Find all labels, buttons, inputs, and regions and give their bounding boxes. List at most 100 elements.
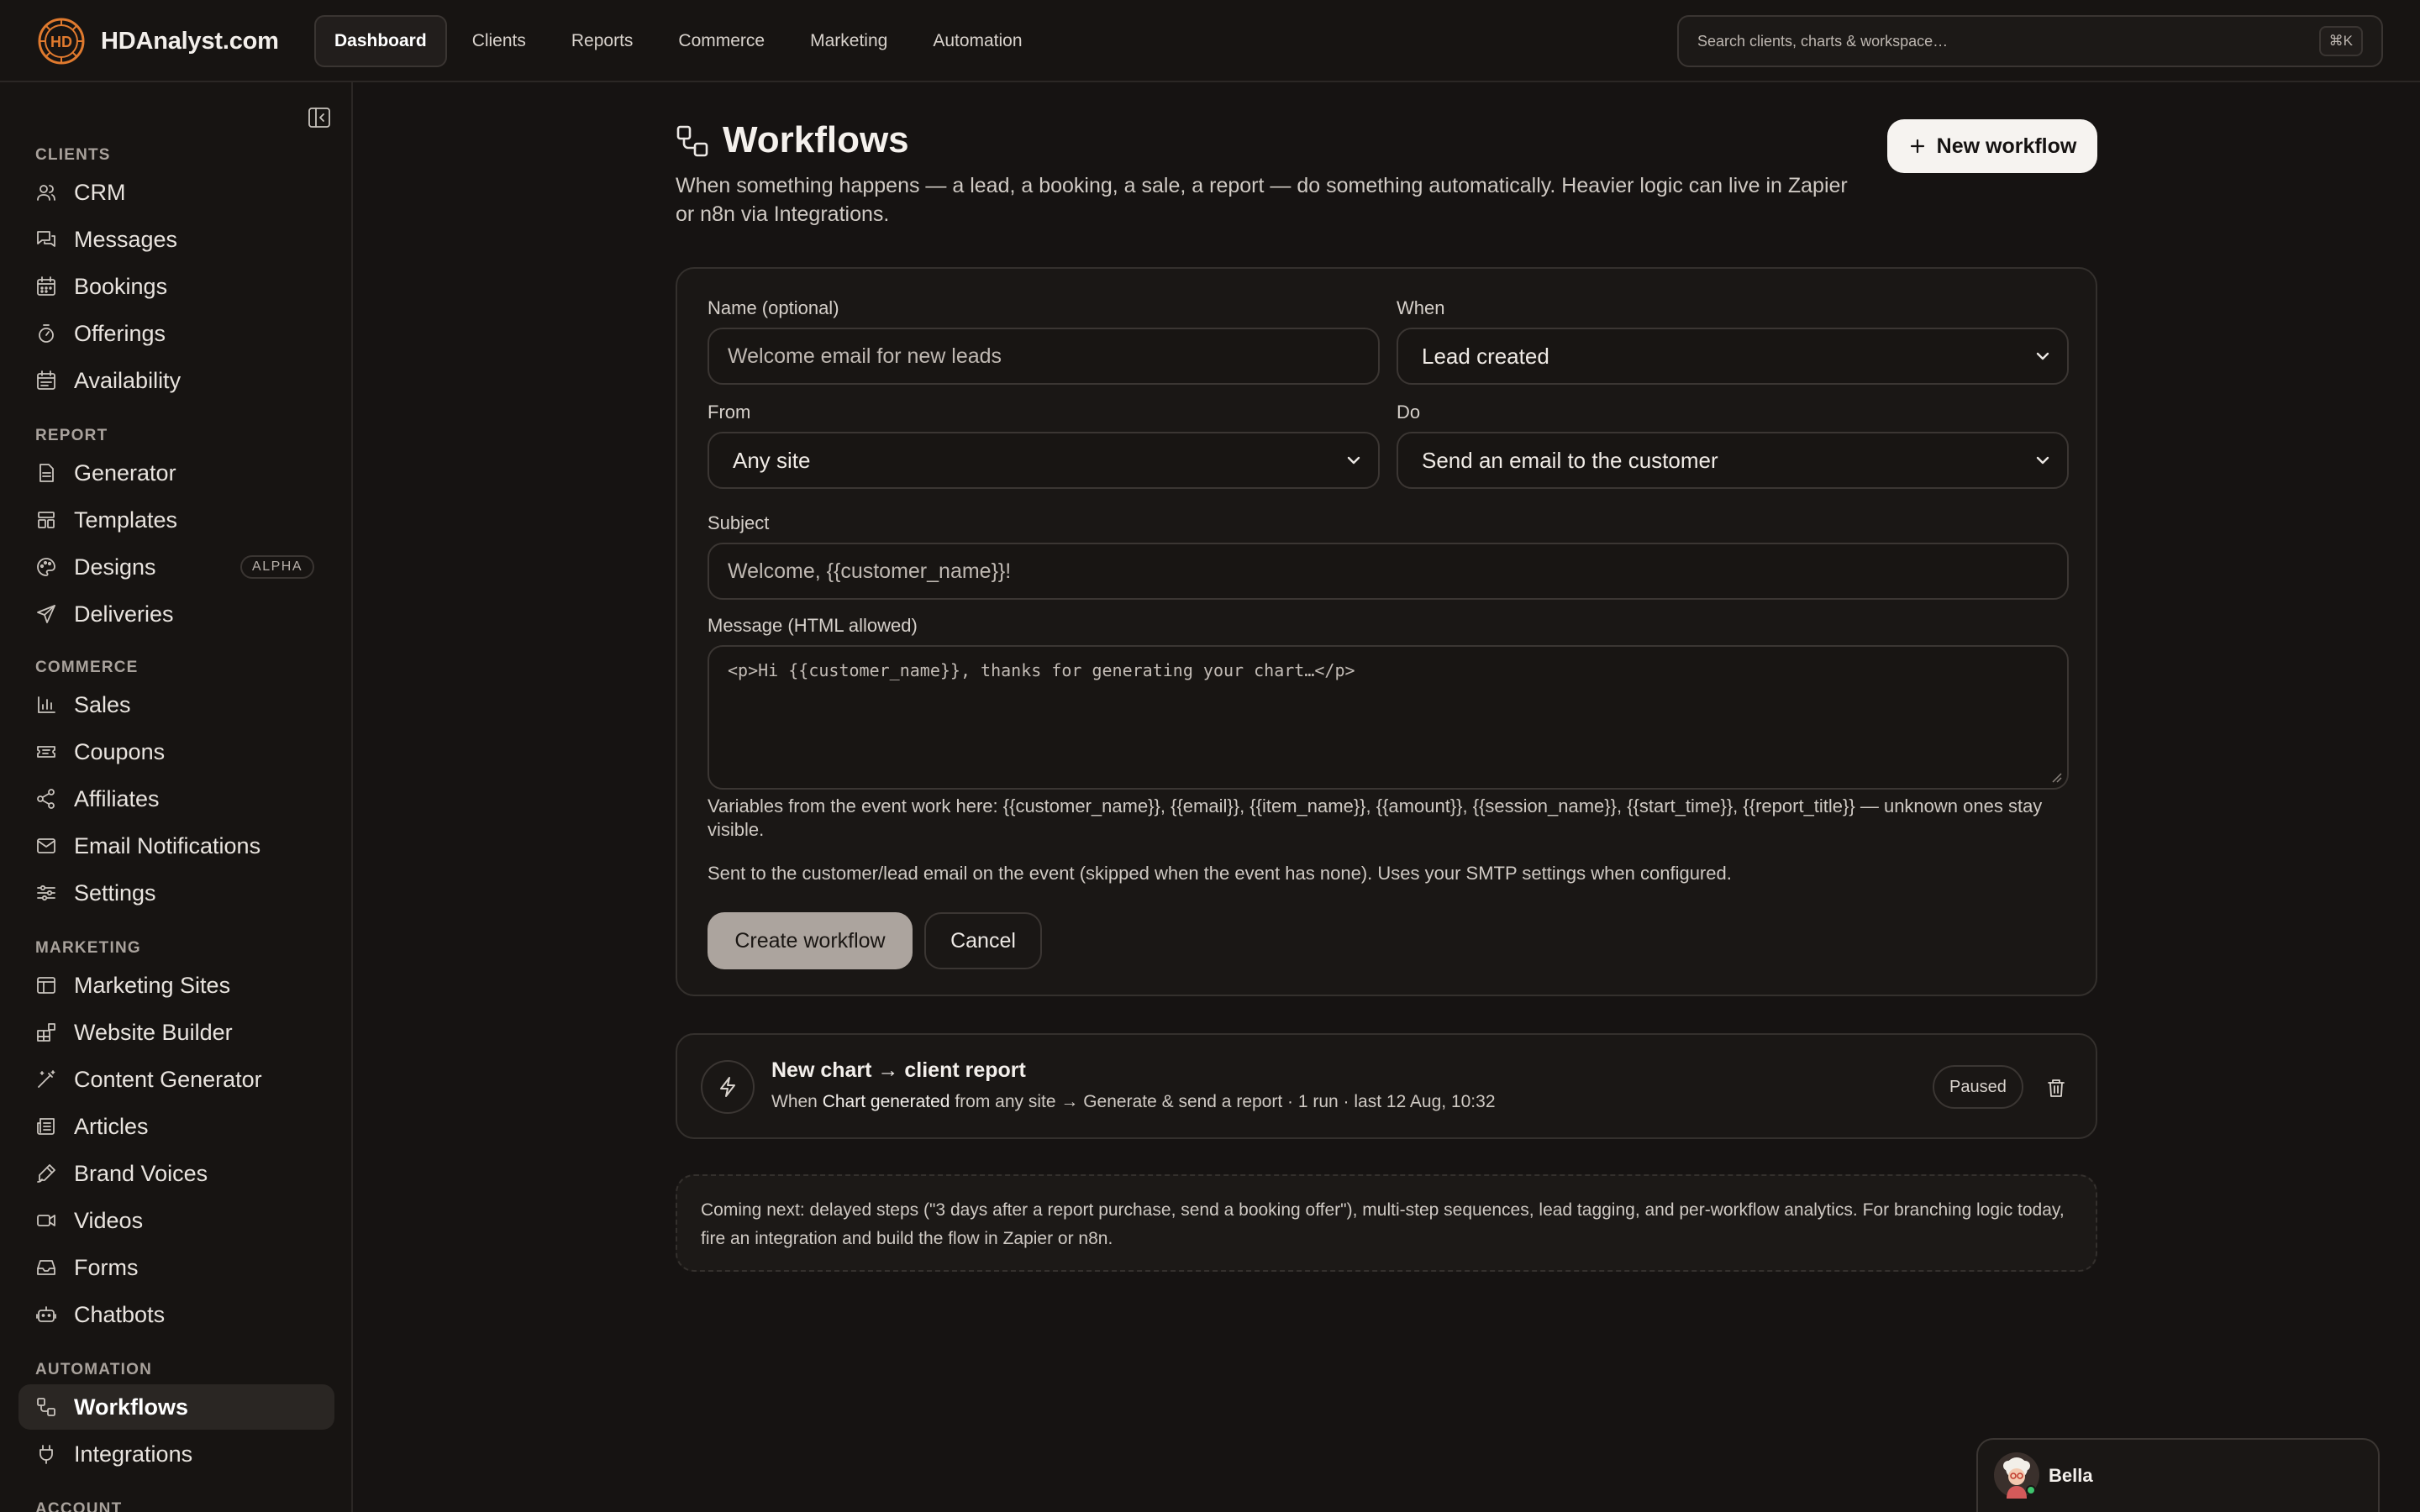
sidebar-item-forms[interactable]: Forms: [18, 1245, 334, 1290]
topnav-clients[interactable]: Clients: [452, 15, 546, 67]
sidebar-item-videos[interactable]: Videos: [18, 1198, 334, 1243]
sidebar-item-label: Marketing Sites: [74, 972, 231, 998]
new-workflow-label: New workflow: [1936, 134, 2077, 158]
sidebar-item-generator[interactable]: Generator: [18, 450, 334, 496]
sidebar-item-label: Messages: [74, 226, 178, 252]
message-label: Message (HTML allowed): [708, 615, 918, 636]
message-field[interactable]: [708, 645, 2069, 790]
do-label: Do: [1397, 402, 1421, 423]
workflow-trigger: Chart generated: [822, 1092, 950, 1111]
brand[interactable]: HD HDAnalyst.com: [37, 17, 279, 66]
sidebar-item-templates[interactable]: Templates: [18, 497, 334, 543]
subject-field[interactable]: [708, 543, 2069, 600]
name-label: Name (optional): [708, 297, 839, 318]
calendar-check-icon: [37, 370, 55, 390]
sidebar-item-label: Workflows: [74, 1394, 189, 1420]
sidebar-item-brand-voices[interactable]: Brand Voices: [18, 1151, 334, 1196]
sidebar-item-marketing-sites[interactable]: Marketing Sites: [18, 963, 334, 1008]
workflow-meta: When Chart generated from any site → Gen…: [771, 1092, 1496, 1112]
topnav-reports[interactable]: Reports: [551, 15, 654, 67]
blocks-icon: [37, 1023, 55, 1042]
status-badge[interactable]: Paused: [1933, 1065, 2023, 1109]
sidebar-item-offerings[interactable]: Offerings: [18, 311, 334, 356]
sidebar-section-marketing: MARKETING: [35, 939, 141, 957]
wand-icon: [38, 1070, 55, 1088]
sidebar-item-sales[interactable]: Sales: [18, 682, 334, 727]
ticket-icon: [37, 746, 55, 758]
sidebar-section-clients: CLIENTS: [35, 146, 111, 164]
sidebar-item-messages[interactable]: Messages: [18, 217, 334, 262]
workflow-meta-prefix: When: [771, 1092, 818, 1111]
sidebar-item-website-builder[interactable]: Website Builder: [18, 1010, 334, 1055]
do-select-value: Send an email to the customer: [1422, 447, 1718, 473]
topnav-automation[interactable]: Automation: [913, 15, 1042, 67]
sidebar-item-label: Generator: [74, 459, 176, 486]
avatar: [1994, 1452, 2039, 1499]
sidebar-item-affiliates[interactable]: Affiliates: [18, 776, 334, 822]
sidebar-item-chatbots[interactable]: Chatbots: [18, 1292, 334, 1337]
alpha-badge: ALPHA: [240, 555, 314, 579]
svg-text:HD: HD: [50, 34, 72, 50]
cancel-button[interactable]: Cancel: [924, 912, 1042, 969]
sidebar-item-designs[interactable]: Designs ALPHA: [18, 544, 334, 590]
sidebar-section-report: REPORT: [35, 427, 108, 444]
sidebar-item-articles[interactable]: Articles: [18, 1104, 334, 1149]
sidebar-item-label: Chatbots: [74, 1301, 166, 1327]
subject-label: Subject: [708, 512, 770, 533]
sidebar-item-label: Offerings: [74, 320, 166, 346]
sidebar-collapse-icon[interactable]: [306, 104, 333, 131]
file-icon: [39, 464, 54, 482]
sidebar-item-label: Deliveries: [74, 601, 174, 627]
message-textarea[interactable]: [728, 660, 2049, 774]
coming-next-note: Coming next: delayed steps ("3 days afte…: [676, 1174, 2097, 1272]
search-box[interactable]: ⌘K: [1677, 15, 2383, 67]
sidebar-item-label: Videos: [74, 1207, 144, 1233]
sidebar: CLIENTS CRM Messages Bookings Offerings …: [0, 82, 353, 1512]
search-shortcut: ⌘K: [2318, 26, 2363, 56]
new-workflow-button[interactable]: New workflow: [1887, 119, 2097, 173]
trash-icon[interactable]: [2045, 1077, 2067, 1099]
chat-widget[interactable]: Bella: [1976, 1438, 2380, 1512]
workflow-title: New chart → client report: [771, 1058, 1026, 1082]
do-select[interactable]: Send an email to the customer: [1397, 432, 2069, 489]
workflow-row[interactable]: New chart → client report When Chart gen…: [676, 1033, 2097, 1139]
sidebar-item-content-generator[interactable]: Content Generator: [18, 1057, 334, 1102]
sidebar-item-deliveries[interactable]: Deliveries: [18, 591, 334, 637]
sidebar-item-label: Content Generator: [74, 1066, 262, 1092]
sidebar-item-availability[interactable]: Availability: [18, 358, 334, 403]
inbox-icon: [37, 1260, 55, 1275]
page-title: Workflows: [723, 119, 909, 160]
name-input[interactable]: [728, 344, 1360, 369]
page-description: When something happens — a lead, a booki…: [676, 174, 1848, 226]
sidebar-item-label: Coupons: [74, 738, 166, 764]
topnav-dashboard[interactable]: Dashboard: [314, 15, 447, 67]
sidebar-item-label: CRM: [74, 179, 126, 205]
sidebar-section-commerce: COMMERCE: [35, 659, 139, 676]
name-field[interactable]: [708, 328, 1380, 385]
search-input[interactable]: [1697, 32, 2319, 50]
chat-agent-name: Bella: [2049, 1465, 2093, 1486]
when-select[interactable]: Lead created: [1397, 328, 2069, 385]
variables-help: Variables from the event work here: {{cu…: [708, 795, 2043, 840]
from-select[interactable]: Any site: [708, 432, 1380, 489]
sidebar-item-label: Articles: [74, 1113, 149, 1139]
mail-icon: [37, 838, 55, 853]
top-nav: Dashboard Clients Reports Commerce Marke…: [314, 15, 1043, 67]
sidebar-item-workflows[interactable]: Workflows: [18, 1384, 334, 1430]
create-workflow-button[interactable]: Create workflow: [708, 912, 913, 969]
sidebar-item-crm[interactable]: CRM: [18, 170, 334, 215]
sidebar-item-integrations[interactable]: Integrations: [18, 1431, 334, 1477]
sidebar-item-coupons[interactable]: Coupons: [18, 729, 334, 774]
topnav-commerce[interactable]: Commerce: [658, 15, 785, 67]
sliders-icon: [37, 885, 55, 901]
topnav-marketing[interactable]: Marketing: [790, 15, 908, 67]
workflow-icon-wrap: [701, 1060, 755, 1114]
subject-input[interactable]: [728, 559, 2049, 584]
sidebar-item-email-notifications[interactable]: Email Notifications: [18, 823, 334, 869]
resize-grip-icon[interactable]: [2050, 771, 2062, 783]
workflow-icon: [37, 1398, 55, 1416]
sidebar-item-settings[interactable]: Settings: [18, 870, 334, 916]
sidebar-item-bookings[interactable]: Bookings: [18, 264, 334, 309]
chevron-down-icon: [2036, 456, 2049, 465]
chevron-down-icon: [2036, 352, 2049, 360]
